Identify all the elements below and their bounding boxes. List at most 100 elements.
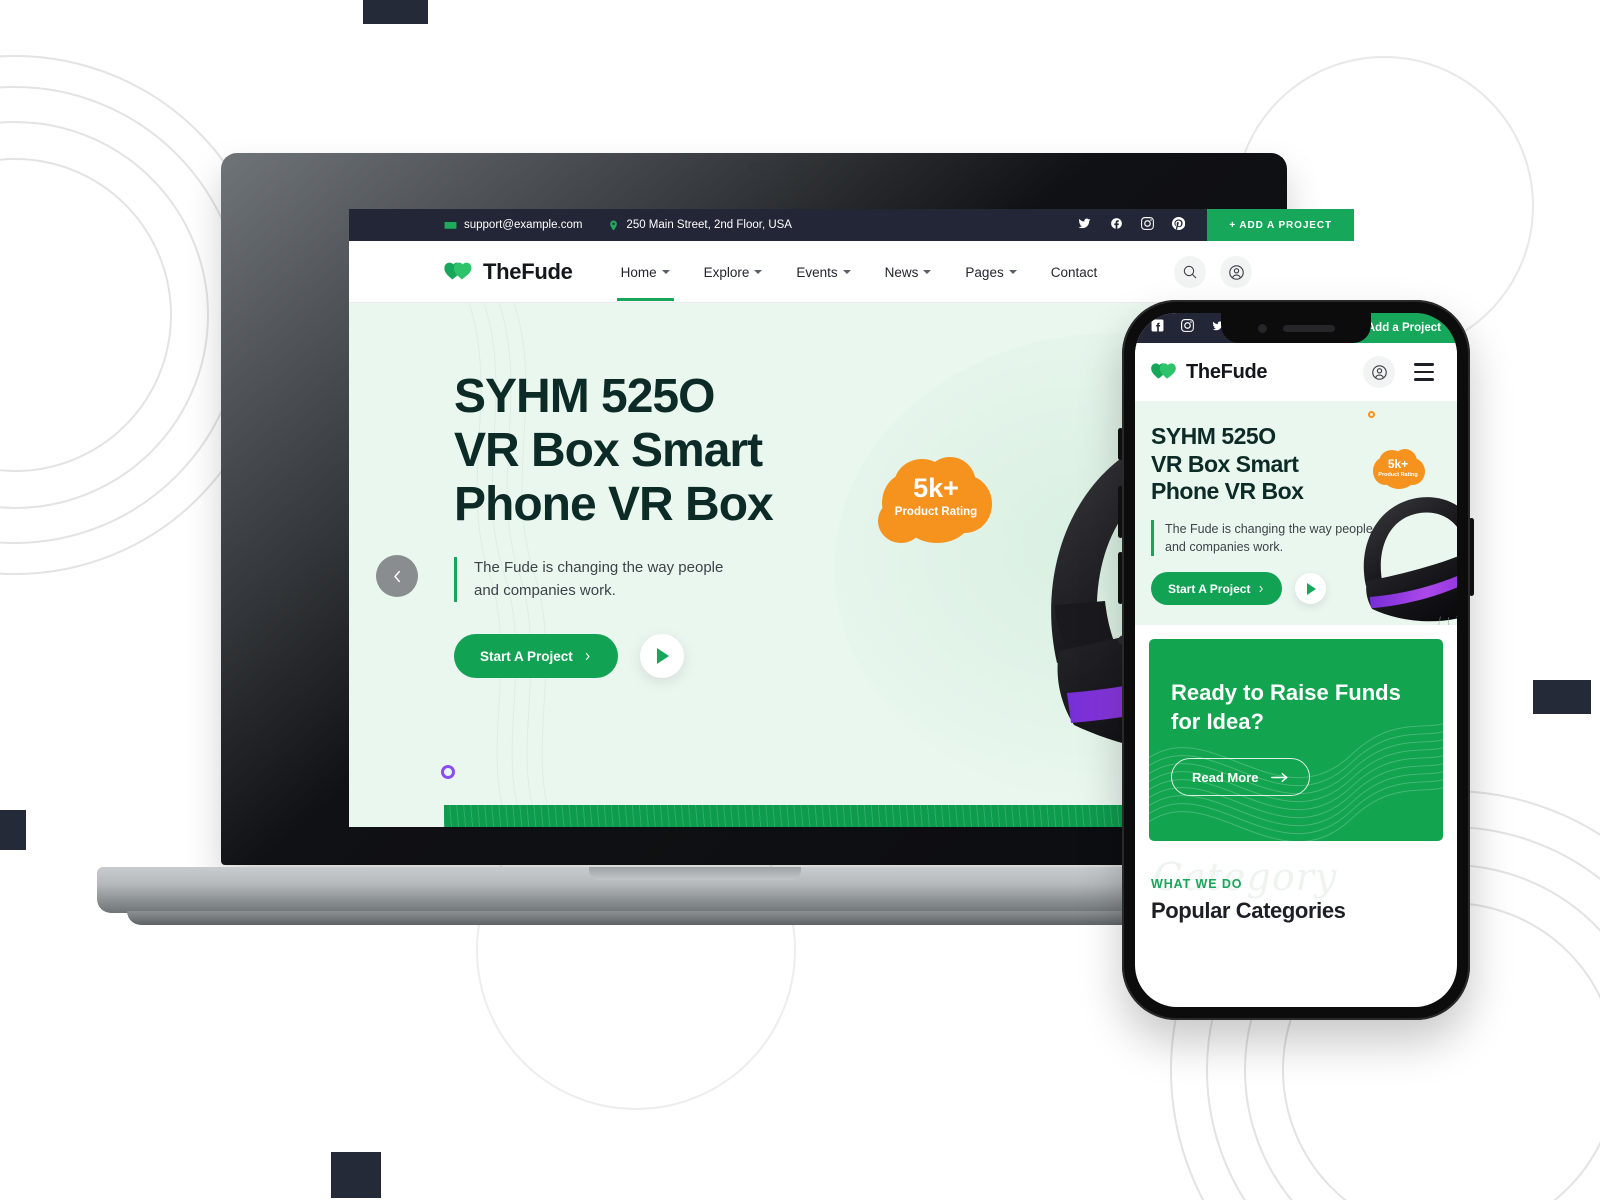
mobile-start-a-project-label: Start A Project [1168, 581, 1251, 596]
mobile-play-video-button[interactable] [1295, 573, 1327, 605]
nav-links: Home Explore Events News Pages Contact [616, 264, 1098, 301]
mobile-hero: SYHM 525O VR Box Smart Phone VR Box The … [1135, 401, 1457, 625]
topbar-address-text: 250 Main Street, 2nd Floor, USA [626, 219, 792, 231]
nav-item-label: Pages [965, 264, 1004, 280]
map-pin-icon [608, 219, 619, 232]
hero-title: SYHM 525O VR Box Smart Phone VR Box [454, 370, 884, 531]
phone-speaker-icon [1282, 324, 1335, 332]
chevron-right-icon [1260, 585, 1264, 592]
mobile-social-facebook-icon[interactable] [1151, 319, 1164, 337]
badge-number: 5k+ [913, 473, 959, 503]
hero-content: SYHM 525O VR Box Smart Phone VR Box The … [454, 370, 884, 679]
badge-label: Product Rating [894, 506, 978, 518]
desktop-navbar: TheFude Home Explore Events News Pages C… [349, 241, 1354, 303]
hero-subtitle: The Fude is changing the way people and … [454, 557, 884, 603]
play-icon [657, 648, 670, 665]
cta-card-wave-decor [1149, 723, 1443, 841]
mobile-social-instagram-icon[interactable] [1181, 319, 1194, 337]
chevron-right-icon [585, 652, 590, 660]
carousel-prev-button[interactable] [376, 555, 418, 597]
brand-logo[interactable]: TheFude [444, 259, 573, 286]
topbar-email-text: support@example.com [464, 219, 583, 231]
start-a-project-button[interactable]: Start A Project [454, 634, 618, 679]
mobile-start-a-project-button[interactable]: Start A Project [1151, 572, 1283, 606]
topbar-address[interactable]: 250 Main Street, 2nd Floor, USA [608, 219, 792, 232]
categories-eyebrow: WHAT WE DO [1151, 877, 1243, 891]
hero-title-line3: Phone VR Box [454, 477, 774, 531]
search-icon[interactable] [1174, 256, 1206, 288]
hero-actions: Start A Project [454, 634, 884, 679]
user-circle-icon[interactable] [1363, 356, 1395, 388]
brand-name: TheFude [483, 259, 573, 284]
mobile-read-more-label: Read More [1192, 769, 1259, 785]
nav-item-label: Home [620, 264, 657, 280]
hamburger-menu-icon[interactable] [1407, 357, 1441, 387]
chevron-down-icon [842, 270, 851, 274]
start-a-project-label: Start A Project [480, 648, 573, 664]
nav-item-label: News [884, 264, 919, 280]
mobile-brand-name: TheFude [1186, 360, 1268, 383]
nav-item-label: Explore [703, 264, 750, 280]
nav-item-home[interactable]: Home [616, 264, 674, 301]
chevron-down-icon [661, 270, 670, 274]
mobile-hero-actions: Start A Project [1151, 572, 1441, 606]
nav-item-explore[interactable]: Explore [704, 265, 763, 280]
laptop-foot [127, 911, 1263, 925]
mobile-cta-title-line2: for Idea? [1171, 708, 1264, 734]
decor-square-left [0, 810, 26, 850]
mobile-hero-subtitle: The Fude is changing the way people and … [1151, 519, 1381, 557]
play-video-button[interactable] [639, 634, 684, 679]
chevron-left-icon [393, 570, 400, 582]
mobile-hero-subtitle-line1: The Fude is changing the way people [1165, 521, 1373, 536]
phone-mockup: in + Add a Project TheFude [1118, 300, 1474, 1020]
laptop-base [97, 867, 1293, 913]
social-instagram-icon[interactable] [1141, 217, 1155, 233]
decor-square-bottom [331, 1152, 381, 1198]
desktop-topbar: support@example.com 250 Main Street, 2nd… [349, 209, 1354, 241]
mobile-cta-title-line1: Ready to Raise Funds [1171, 680, 1401, 705]
social-facebook-icon[interactable] [1110, 217, 1123, 233]
mobile-decor-dot [1368, 411, 1375, 418]
hero-title-line2: VR Box Smart [454, 423, 763, 477]
chevron-down-icon [923, 270, 932, 274]
phone-screen: in + Add a Project TheFude [1135, 313, 1457, 1007]
mobile-badge-number: 5k+ [1387, 457, 1409, 471]
nav-item-label: Contact [1050, 264, 1098, 280]
mobile-hero-subtitle-line2: and companies work. [1165, 539, 1284, 554]
topbar-email[interactable]: support@example.com [444, 219, 582, 232]
two-hearts-icon [1151, 360, 1178, 385]
nav-item-events[interactable]: Events [796, 264, 851, 280]
mobile-product-rating-badge: 5k+ Product Rating [1371, 449, 1425, 491]
nav-item-label: Events [796, 264, 838, 280]
nav-item-pages[interactable]: Pages [965, 264, 1017, 280]
mobile-cta-card: Ready to Raise Funds for Idea? Read More [1149, 639, 1443, 841]
mobile-read-more-button[interactable]: Read More [1171, 758, 1311, 797]
add-project-button[interactable]: + ADD A PROJECT [1207, 209, 1354, 241]
user-circle-icon[interactable] [1220, 256, 1252, 288]
hero-title-line1: SYHM 525O [454, 370, 715, 423]
mobile-brand-logo[interactable]: TheFude [1151, 360, 1268, 385]
social-twitter-icon[interactable] [1077, 217, 1092, 233]
decor-square-top [363, 0, 428, 24]
hero-subtitle-line2: and companies work. [474, 581, 616, 599]
nav-item-contact[interactable]: Contact [1051, 265, 1098, 280]
laptop-mockup: support@example.com 250 Main Street, 2nd… [97, 153, 1354, 925]
topbar-social-links [1077, 216, 1186, 233]
mobile-badge-label: Product Rating [1378, 472, 1418, 478]
chevron-down-icon [1008, 270, 1017, 274]
laptop-camera-icon [748, 162, 760, 173]
nav-item-news[interactable]: News [885, 265, 932, 280]
hero-subtitle-line1: The Fude is changing the way people [474, 559, 724, 577]
phone-frame: in + Add a Project TheFude [1122, 300, 1470, 1020]
chevron-down-icon [754, 270, 763, 274]
play-icon [1307, 582, 1317, 595]
envelope-icon [444, 219, 457, 232]
phone-camera-icon [1257, 323, 1267, 333]
decor-purple-ring [441, 765, 455, 779]
social-pinterest-icon[interactable] [1172, 216, 1186, 233]
mobile-categories-section: Category WHAT WE DO Popular Categories [1135, 841, 1457, 924]
two-hearts-icon [444, 259, 474, 286]
categories-heading: Popular Categories [1151, 898, 1346, 923]
scene: support@example.com 250 Main Street, 2nd… [0, 0, 1600, 1200]
decor-square-right [1533, 680, 1591, 714]
